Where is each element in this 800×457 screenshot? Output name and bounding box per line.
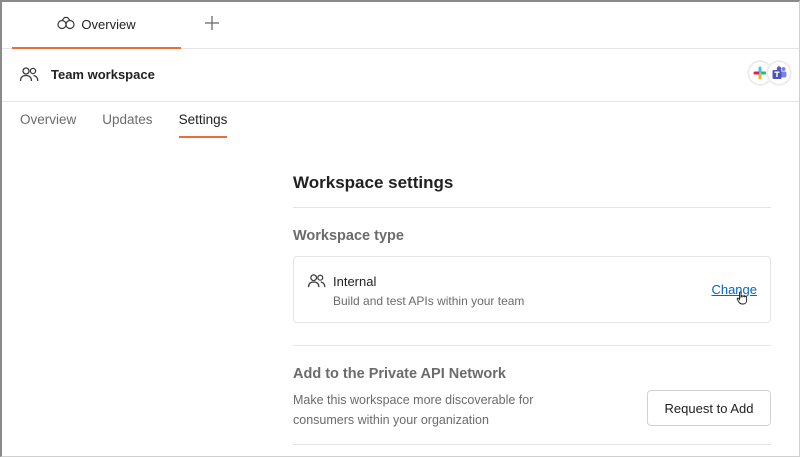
new-tab-button[interactable] (201, 14, 223, 36)
microsoft-teams-icon[interactable] (767, 61, 791, 85)
workspace-type-description: Build and test APIs within your team (333, 294, 525, 308)
request-to-add-button[interactable]: Request to Add (647, 390, 771, 426)
private-network-heading: Add to the Private API Network (293, 366, 506, 382)
hand-cursor-icon (736, 291, 748, 305)
subtab-settings[interactable]: Settings (178, 102, 228, 138)
plus-icon (205, 15, 219, 35)
private-network-description: Make this workspace more discoverable fo… (293, 393, 534, 427)
workspace-header: Team workspace (2, 49, 799, 102)
app-window: Overview Team workspace Overview Updates… (0, 0, 800, 457)
team-icon (307, 273, 326, 290)
workspace-type-card: Internal Build and test APIs within your… (293, 256, 771, 323)
divider (293, 444, 771, 445)
change-workspace-type-link[interactable]: Change (711, 282, 757, 297)
collection-overview-icon (57, 16, 76, 33)
tab-bar: Overview (2, 2, 799, 49)
divider (293, 207, 771, 208)
divider (293, 345, 771, 346)
settings-panel: Workspace settings Workspace type Intern… (293, 162, 771, 445)
subtab-updates[interactable]: Updates (102, 102, 152, 138)
settings-title: Workspace settings (293, 173, 454, 192)
subtab-overview[interactable]: Overview (20, 102, 76, 138)
team-icon (19, 66, 39, 84)
workspace-title: Team workspace (51, 67, 155, 82)
integrations-group[interactable] (748, 61, 791, 85)
workspace-type-label: Internal (333, 274, 377, 289)
workspace-type-heading: Workspace type (293, 228, 404, 244)
tab-label: Overview (81, 17, 136, 32)
tab-overview[interactable]: Overview (12, 2, 181, 49)
workspace-subtabs: Overview Updates Settings (20, 102, 228, 138)
